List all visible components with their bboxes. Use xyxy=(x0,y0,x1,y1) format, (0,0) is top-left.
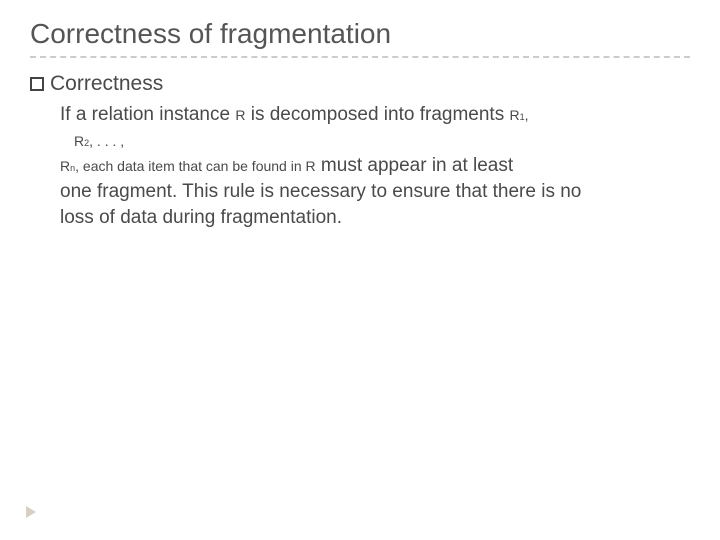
bullet-label: Correctness xyxy=(50,72,163,96)
bullet-row: Correctness xyxy=(30,72,690,96)
text: is decomposed into fragments xyxy=(245,104,509,125)
var-rn: R xyxy=(60,158,70,174)
var-r-again: R xyxy=(306,158,316,174)
var-r1: R xyxy=(509,107,519,123)
slide: Correctness of fragmentation Correctness… xyxy=(0,0,720,540)
dots: , . . . , xyxy=(89,133,124,149)
text: must appear in at least xyxy=(316,155,514,176)
page-title: Correctness of fragmentation xyxy=(30,18,690,50)
line-4: one fragment. This rule is necessary to … xyxy=(60,179,680,205)
body-text: If a relation instance R is decomposed i… xyxy=(30,102,690,230)
triangle-right-icon xyxy=(26,506,36,518)
line-1: If a relation instance R is decomposed i… xyxy=(60,102,680,128)
line-5: loss of data during fragmentation. xyxy=(60,205,680,231)
square-bullet-icon xyxy=(30,77,44,91)
var-r2: R xyxy=(74,133,84,149)
divider xyxy=(30,56,690,58)
line-3: Rn, each data item that can be found in … xyxy=(60,153,680,179)
comma-n: , each data item that can be found in xyxy=(75,158,305,174)
var-r: R xyxy=(235,107,245,123)
comma: , xyxy=(525,107,529,123)
text: If a relation instance xyxy=(60,104,235,125)
line-2: R2, . . . , xyxy=(60,128,680,154)
